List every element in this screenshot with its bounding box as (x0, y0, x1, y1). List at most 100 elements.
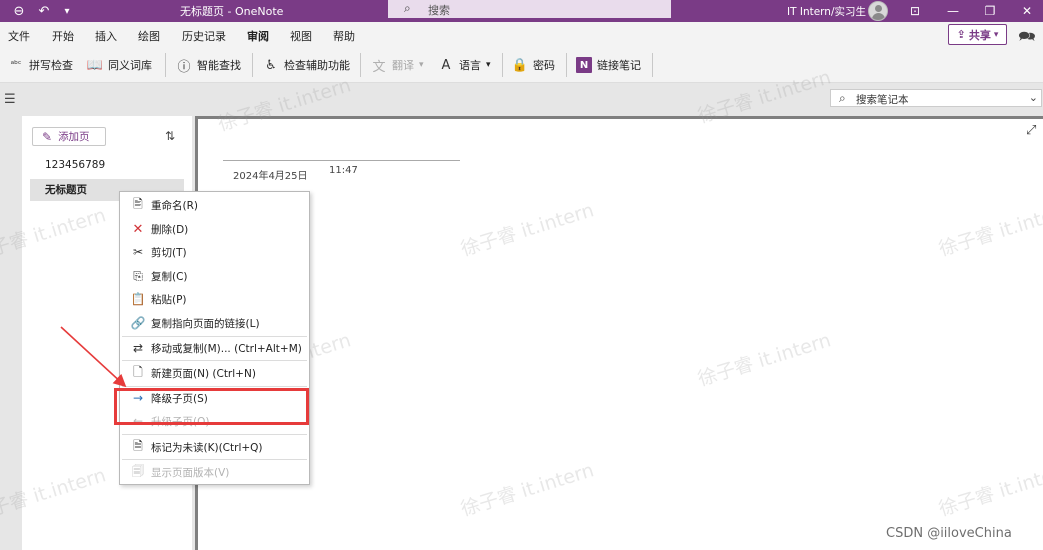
linked-notes-button[interactable]: N 链接笔记 (576, 55, 641, 75)
accessibility-icon: ♿ (265, 57, 277, 73)
sort-icon[interactable]: ⇅ (165, 129, 175, 143)
context-menu: 🖹 重命名(R) ✕ 删除(D) ✂ 剪切(T) ⎘ 复制(C) 📋 粘贴(P)… (119, 191, 310, 485)
menu-item-label: 剪切(T) (151, 247, 187, 259)
chevron-down-icon: ▾ (419, 60, 424, 70)
language-icon: A (441, 57, 451, 73)
ribbon-divider (502, 53, 503, 77)
tab-draw[interactable]: 绘图 (138, 28, 160, 44)
accessibility-button[interactable]: ♿ 检查辅助功能 (263, 55, 350, 75)
ribbon: ᵃᵇᶜ 拼写检查 📖 同义词库 ⓘ 智能查找 ♿ 检查辅助功能 文 翻译 ▾ A… (0, 47, 1043, 83)
undo-icon[interactable]: ↶ (35, 2, 53, 20)
menu-item-label: 显示页面版本(V) (151, 467, 230, 479)
spellcheck-icon: ᵃᵇᶜ (10, 60, 22, 70)
ribbon-divider (165, 53, 166, 77)
menu-item-mark-unread[interactable]: 🗎 标记为未读(K)(Ctrl+Q) (120, 436, 309, 458)
ribbon-divider (360, 53, 361, 77)
menu-item-label: 标记为未读(K)(Ctrl+Q) (151, 442, 263, 454)
move-copy-icon: ⇄ (132, 341, 144, 355)
page-list-item[interactable]: 123456789 (30, 154, 184, 176)
spellcheck-button[interactable]: ᵃᵇᶜ 拼写检查 (8, 55, 73, 75)
notebook-search-input[interactable]: ⌕ 搜索笔记本 ⌄ (830, 89, 1042, 107)
tab-help[interactable]: 帮助 (333, 28, 355, 44)
search-icon: ⌕ (404, 1, 411, 15)
menu-item-delete[interactable]: ✕ 删除(D) (120, 218, 309, 240)
lock-icon: 🔒 (511, 57, 529, 73)
share-label: 共享 (968, 28, 991, 42)
share-button[interactable]: ⇪ 共享 ▾ (948, 24, 1007, 45)
maximize-icon[interactable]: ❐ (977, 2, 1003, 20)
menu-item-page-versions[interactable]: 🗐 显示页面版本(V) (120, 461, 309, 483)
page-date: 2024年4月25日 (233, 171, 308, 182)
password-button[interactable]: 🔒 密码 (512, 55, 555, 75)
thesaurus-button[interactable]: 📖 同义词库 (87, 55, 152, 75)
accessibility-label: 检查辅助功能 (284, 59, 350, 72)
menu-item-label: 新建页面(N) (Ctrl+N) (151, 368, 256, 380)
hamburger-menu-icon[interactable]: ☰ (4, 92, 16, 107)
comment-icon[interactable]: 🗪 (1018, 26, 1036, 45)
link-page-icon: 🔗 (130, 316, 146, 330)
tab-review[interactable]: 审阅 (247, 28, 269, 49)
ribbon-divider (652, 53, 653, 77)
tab-insert[interactable]: 插入 (95, 28, 117, 44)
translate-button[interactable]: 文 翻译 ▾ (371, 55, 424, 75)
tab-file[interactable]: 文件 (8, 28, 30, 44)
spellcheck-label: 拼写检查 (29, 59, 73, 72)
search-placeholder: 搜索 (428, 4, 450, 17)
scissors-icon: ✂ (132, 245, 144, 259)
ribbon-divider (566, 53, 567, 77)
page-canvas[interactable] (195, 116, 1043, 550)
translate-icon: 文 (372, 59, 386, 75)
thesaurus-label: 同义词库 (108, 59, 152, 72)
menu-item-copy-link[interactable]: 🔗 复制指向页面的链接(L) (120, 312, 309, 334)
menu-item-label: 复制(C) (151, 271, 188, 283)
user-name[interactable]: IT Intern/实习生 (787, 4, 866, 19)
menu-item-paste[interactable]: 📋 粘贴(P) (120, 288, 309, 310)
add-page-label: 添加页 (58, 131, 90, 143)
paste-icon: 📋 (130, 292, 146, 306)
chevron-down-icon[interactable]: ⌄ (1029, 91, 1038, 104)
language-button[interactable]: A 语言 ▾ (438, 55, 491, 75)
password-label: 密码 (533, 59, 555, 72)
share-icon: ⇪ (956, 28, 966, 41)
avatar[interactable] (868, 1, 888, 21)
footer-watermark: CSDN @iiloveChina (886, 526, 1012, 541)
translate-label: 翻译 (392, 59, 414, 72)
page-title-line[interactable] (223, 160, 460, 161)
window-title: 无标题页 - OneNote (180, 5, 284, 18)
tab-home[interactable]: 开始 (52, 28, 74, 44)
highlight-box (114, 388, 309, 425)
smart-lookup-button[interactable]: ⓘ 智能查找 (176, 55, 241, 75)
onenote-icon: N (576, 57, 592, 73)
notebook-search-placeholder: 搜索笔记本 (856, 94, 909, 106)
menu-item-move-copy[interactable]: ⇄ 移动或复制(M)... (Ctrl+Alt+M) (120, 337, 309, 359)
menu-item-rename[interactable]: 🖹 重命名(R) (120, 194, 309, 216)
menu-item-copy[interactable]: ⎘ 复制(C) (120, 265, 309, 287)
page-time: 11:47 (329, 165, 358, 176)
menu-item-new-page[interactable]: 🗋 新建页面(N) (Ctrl+N) (120, 362, 309, 384)
menu-divider (122, 459, 307, 460)
minimize-icon[interactable]: — (940, 2, 966, 20)
ribbon-display-icon[interactable]: ⊡ (902, 2, 928, 20)
tab-history[interactable]: 历史记录 (182, 28, 226, 44)
quick-access-dropdown-icon[interactable]: ▾ (58, 2, 76, 20)
page-versions-icon: 🗐 (132, 463, 144, 478)
copy-icon: ⎘ (133, 268, 143, 283)
book-icon: 📖 (86, 57, 104, 73)
search-input[interactable]: ⌕ 搜索 (388, 0, 671, 18)
chevron-down-icon: ▾ (993, 29, 999, 40)
add-page-button[interactable]: ✎ 添加页 (32, 127, 106, 146)
search-icon: ⌕ (839, 91, 846, 105)
mark-unread-icon: 🗎 (133, 438, 143, 453)
menu-item-cut[interactable]: ✂ 剪切(T) (120, 241, 309, 263)
title-bar: ⊖ ↶ ▾ 无标题页 - OneNote ⌕ 搜索 IT Intern/实习生 … (0, 0, 1043, 22)
language-label: 语言 (459, 59, 481, 72)
linked-notes-label: 链接笔记 (597, 59, 641, 72)
expand-icon[interactable]: ⤢ (1026, 123, 1036, 138)
menu-item-label: 复制指向页面的链接(L) (151, 318, 260, 330)
close-icon[interactable]: ✕ (1014, 2, 1040, 20)
menu-item-label: 粘贴(P) (151, 294, 187, 306)
menu-divider (122, 360, 307, 361)
back-icon[interactable]: ⊖ (10, 2, 28, 20)
tab-view[interactable]: 视图 (290, 28, 312, 44)
menu-bar: 文件 开始 插入 绘图 历史记录 审阅 视图 帮助 ⇪ 共享 ▾ 🗪 (0, 22, 1043, 49)
